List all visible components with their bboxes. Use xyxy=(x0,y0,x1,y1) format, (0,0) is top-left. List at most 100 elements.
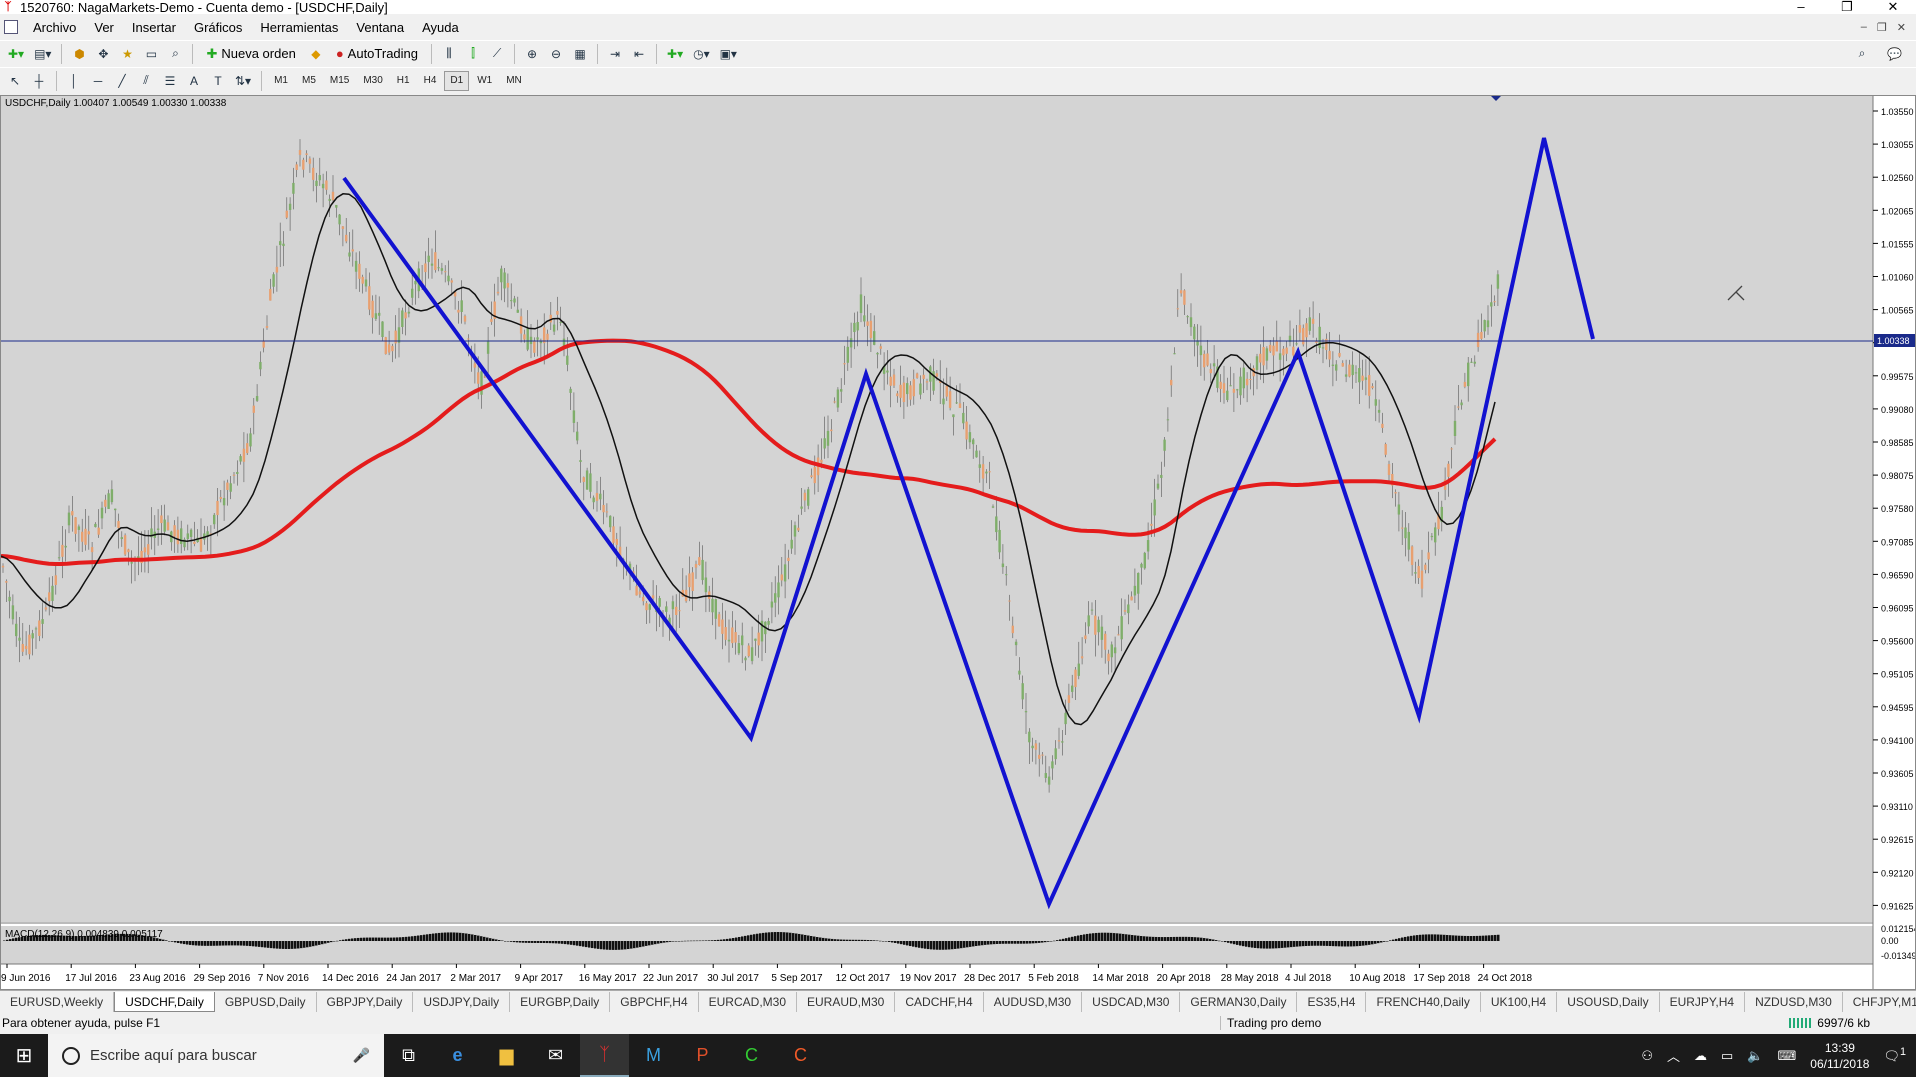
chart-tab[interactable]: GBPCHF,H4 xyxy=(610,991,699,1012)
chart-tab[interactable]: EURGBP,Daily xyxy=(510,991,611,1012)
powerpoint-icon[interactable]: P xyxy=(678,1034,727,1077)
chart-shift-icon[interactable]: ⇤ xyxy=(628,43,650,65)
restore-button[interactable]: ❐ xyxy=(1824,0,1870,15)
timeframe-w1[interactable]: W1 xyxy=(471,71,498,91)
text-label-icon[interactable]: T xyxy=(207,70,229,92)
file-explorer-icon[interactable]: ▆ xyxy=(482,1034,531,1077)
chart-window[interactable]: USDCHF,Daily 1.00407 1.00549 1.00330 1.0… xyxy=(0,95,1916,990)
mdi-minimize-button[interactable]: – xyxy=(1861,21,1867,34)
tile-windows-icon[interactable]: ▦ xyxy=(569,43,591,65)
auto-scroll-icon[interactable]: ⇥ xyxy=(604,43,626,65)
timeframe-mn[interactable]: MN xyxy=(500,71,528,91)
indicators-icon[interactable]: ✚▾ xyxy=(663,43,687,65)
new-chart-icon[interactable]: ✚▾ xyxy=(4,43,28,65)
camtasia-recorder-icon[interactable]: C xyxy=(776,1034,825,1077)
menu-ayuda[interactable]: Ayuda xyxy=(413,20,468,35)
chart-tab[interactable]: GBPJPY,Daily xyxy=(317,991,414,1012)
mdi-close-button[interactable]: ✕ xyxy=(1897,21,1906,34)
chart-tab[interactable]: EURAUD,M30 xyxy=(797,991,896,1012)
mdi-restore-button[interactable]: ❐ xyxy=(1877,21,1887,34)
autotrading-button[interactable]: ● AutoTrading xyxy=(329,43,425,65)
bar-chart-icon[interactable]: ⫼ xyxy=(438,43,460,65)
line-chart-icon[interactable]: ⟋ xyxy=(486,43,508,65)
templates-icon[interactable]: ▣▾ xyxy=(716,43,741,65)
edge-browser-icon[interactable]: e xyxy=(433,1034,482,1077)
chart-tab[interactable]: USDCHF,Daily xyxy=(114,991,215,1012)
fibonacci-icon[interactable]: ☰ xyxy=(159,70,181,92)
camtasia-icon[interactable]: C xyxy=(727,1034,776,1077)
chart-tab[interactable]: EURUSD,Weekly xyxy=(0,991,115,1012)
volume-icon[interactable]: 🔈 xyxy=(1747,1048,1763,1064)
channel-icon[interactable]: ⫽ xyxy=(135,70,157,92)
menu-ver[interactable]: Ver xyxy=(85,20,123,35)
timeframe-m5[interactable]: M5 xyxy=(296,71,322,91)
navigator-icon[interactable]: ★ xyxy=(116,43,138,65)
mail-icon[interactable]: ✉ xyxy=(531,1034,580,1077)
periods-icon[interactable]: ◷▾ xyxy=(689,43,714,65)
chart-tab[interactable]: USDCAD,M30 xyxy=(1082,991,1181,1012)
chart-tab[interactable]: USOUSD,Daily xyxy=(1557,991,1660,1012)
timeframe-d1[interactable]: D1 xyxy=(444,70,470,91)
timeframe-m15[interactable]: M15 xyxy=(324,71,355,91)
chart-tab[interactable]: ES35,H4 xyxy=(1297,991,1367,1012)
close-button[interactable]: ✕ xyxy=(1870,0,1916,15)
tray-chevron-icon[interactable]: ︿ xyxy=(1667,1046,1680,1065)
chart-tab[interactable]: GBPUSD,Daily xyxy=(215,991,317,1012)
vertical-line-icon[interactable]: │ xyxy=(63,70,85,92)
price-chart[interactable]: 1.03550 1.03055 1.02560 1.02065 1.01555 1.010… xyxy=(1,96,1915,989)
chart-tab[interactable]: AUDUSD,M30 xyxy=(984,991,1083,1012)
horizontal-line-icon[interactable]: ─ xyxy=(87,70,109,92)
trendline-icon[interactable]: ╱ xyxy=(111,70,133,92)
chart-tab[interactable]: GERMAN30,Daily xyxy=(1180,991,1298,1012)
chat-icon[interactable]: 💬 xyxy=(1883,43,1906,65)
chart-tab[interactable]: CADCHF,H4 xyxy=(895,991,984,1012)
menu-archivo[interactable]: Archivo xyxy=(24,20,85,35)
taskbar-search-input[interactable]: Escribe aquí para buscar 🎤 xyxy=(48,1034,384,1077)
zoom-out-icon[interactable]: ⊖ xyxy=(545,43,567,65)
metaeditor-icon[interactable]: ◆ xyxy=(305,43,327,65)
chart-tab[interactable]: EURCAD,M30 xyxy=(699,991,797,1012)
candlestick-icon[interactable]: ⫿ xyxy=(462,43,484,65)
menu-graficos[interactable]: Gráficos xyxy=(185,20,251,35)
chart-tab[interactable]: EURJPY,H4 xyxy=(1660,991,1746,1012)
minimize-button[interactable]: – xyxy=(1778,0,1824,15)
people-icon[interactable]: ⚇ xyxy=(1641,1048,1653,1064)
market-watch-icon[interactable]: ⬢ xyxy=(68,43,90,65)
chart-tab[interactable]: USDJPY,Daily xyxy=(413,991,511,1012)
timeframe-m1[interactable]: M1 xyxy=(268,71,294,91)
new-order-button[interactable]: ✚ Nueva orden xyxy=(199,43,302,65)
metatrader-taskbar-icon[interactable]: ᛉ xyxy=(580,1034,629,1077)
arrows-icon[interactable]: ⇅▾ xyxy=(231,70,255,92)
menu-ventana[interactable]: Ventana xyxy=(347,20,413,35)
chart-tab[interactable]: FRENCH40,Daily xyxy=(1366,991,1481,1012)
network-icon[interactable]: ▭ xyxy=(1721,1048,1733,1064)
terminal-icon[interactable]: ▭ xyxy=(140,43,162,65)
notifications-icon[interactable]: 🗨1 xyxy=(1883,1046,1906,1064)
menu-insertar[interactable]: Insertar xyxy=(123,20,185,35)
chart-document-icon[interactable] xyxy=(4,20,18,34)
timeframe-h1[interactable]: H1 xyxy=(391,71,416,91)
timeframe-h4[interactable]: H4 xyxy=(418,71,443,91)
profiles-icon[interactable]: ▤▾ xyxy=(30,43,55,65)
search-icon[interactable]: ⌕ xyxy=(1851,43,1873,65)
crosshair-icon[interactable]: ┼ xyxy=(28,70,50,92)
chart-tab[interactable]: NZDUSD,M30 xyxy=(1745,991,1843,1012)
onedrive-icon[interactable]: ☁ xyxy=(1694,1048,1707,1064)
task-view-icon[interactable]: ⧉ xyxy=(384,1034,433,1077)
zoom-in-icon[interactable]: ⊕ xyxy=(521,43,543,65)
windows-start-icon[interactable]: ⊞ xyxy=(0,1034,48,1077)
timeframe-m30[interactable]: M30 xyxy=(357,71,388,91)
microphone-icon[interactable]: 🎤 xyxy=(353,1047,370,1064)
strategy-tester-icon[interactable]: ⌕ xyxy=(164,43,186,65)
cursor-icon[interactable]: ↖ xyxy=(4,70,26,92)
connection-status[interactable]: 6997/6 kb xyxy=(1789,1016,1916,1030)
movavi-icon[interactable]: M xyxy=(629,1034,678,1077)
clock[interactable]: 13:39 06/11/2018 xyxy=(1810,1040,1869,1072)
language-icon[interactable]: ⌨ xyxy=(1778,1048,1797,1064)
chart-tab[interactable]: UK100,H4 xyxy=(1481,991,1558,1012)
text-icon[interactable]: A xyxy=(183,70,205,92)
data-window-icon[interactable]: ✥ xyxy=(92,43,114,65)
menu-herramientas[interactable]: Herramientas xyxy=(251,20,347,35)
profile-status[interactable]: Trading pro demo xyxy=(1220,1016,1340,1030)
chart-tab[interactable]: CHFJPY,M15 xyxy=(1843,992,1916,1012)
